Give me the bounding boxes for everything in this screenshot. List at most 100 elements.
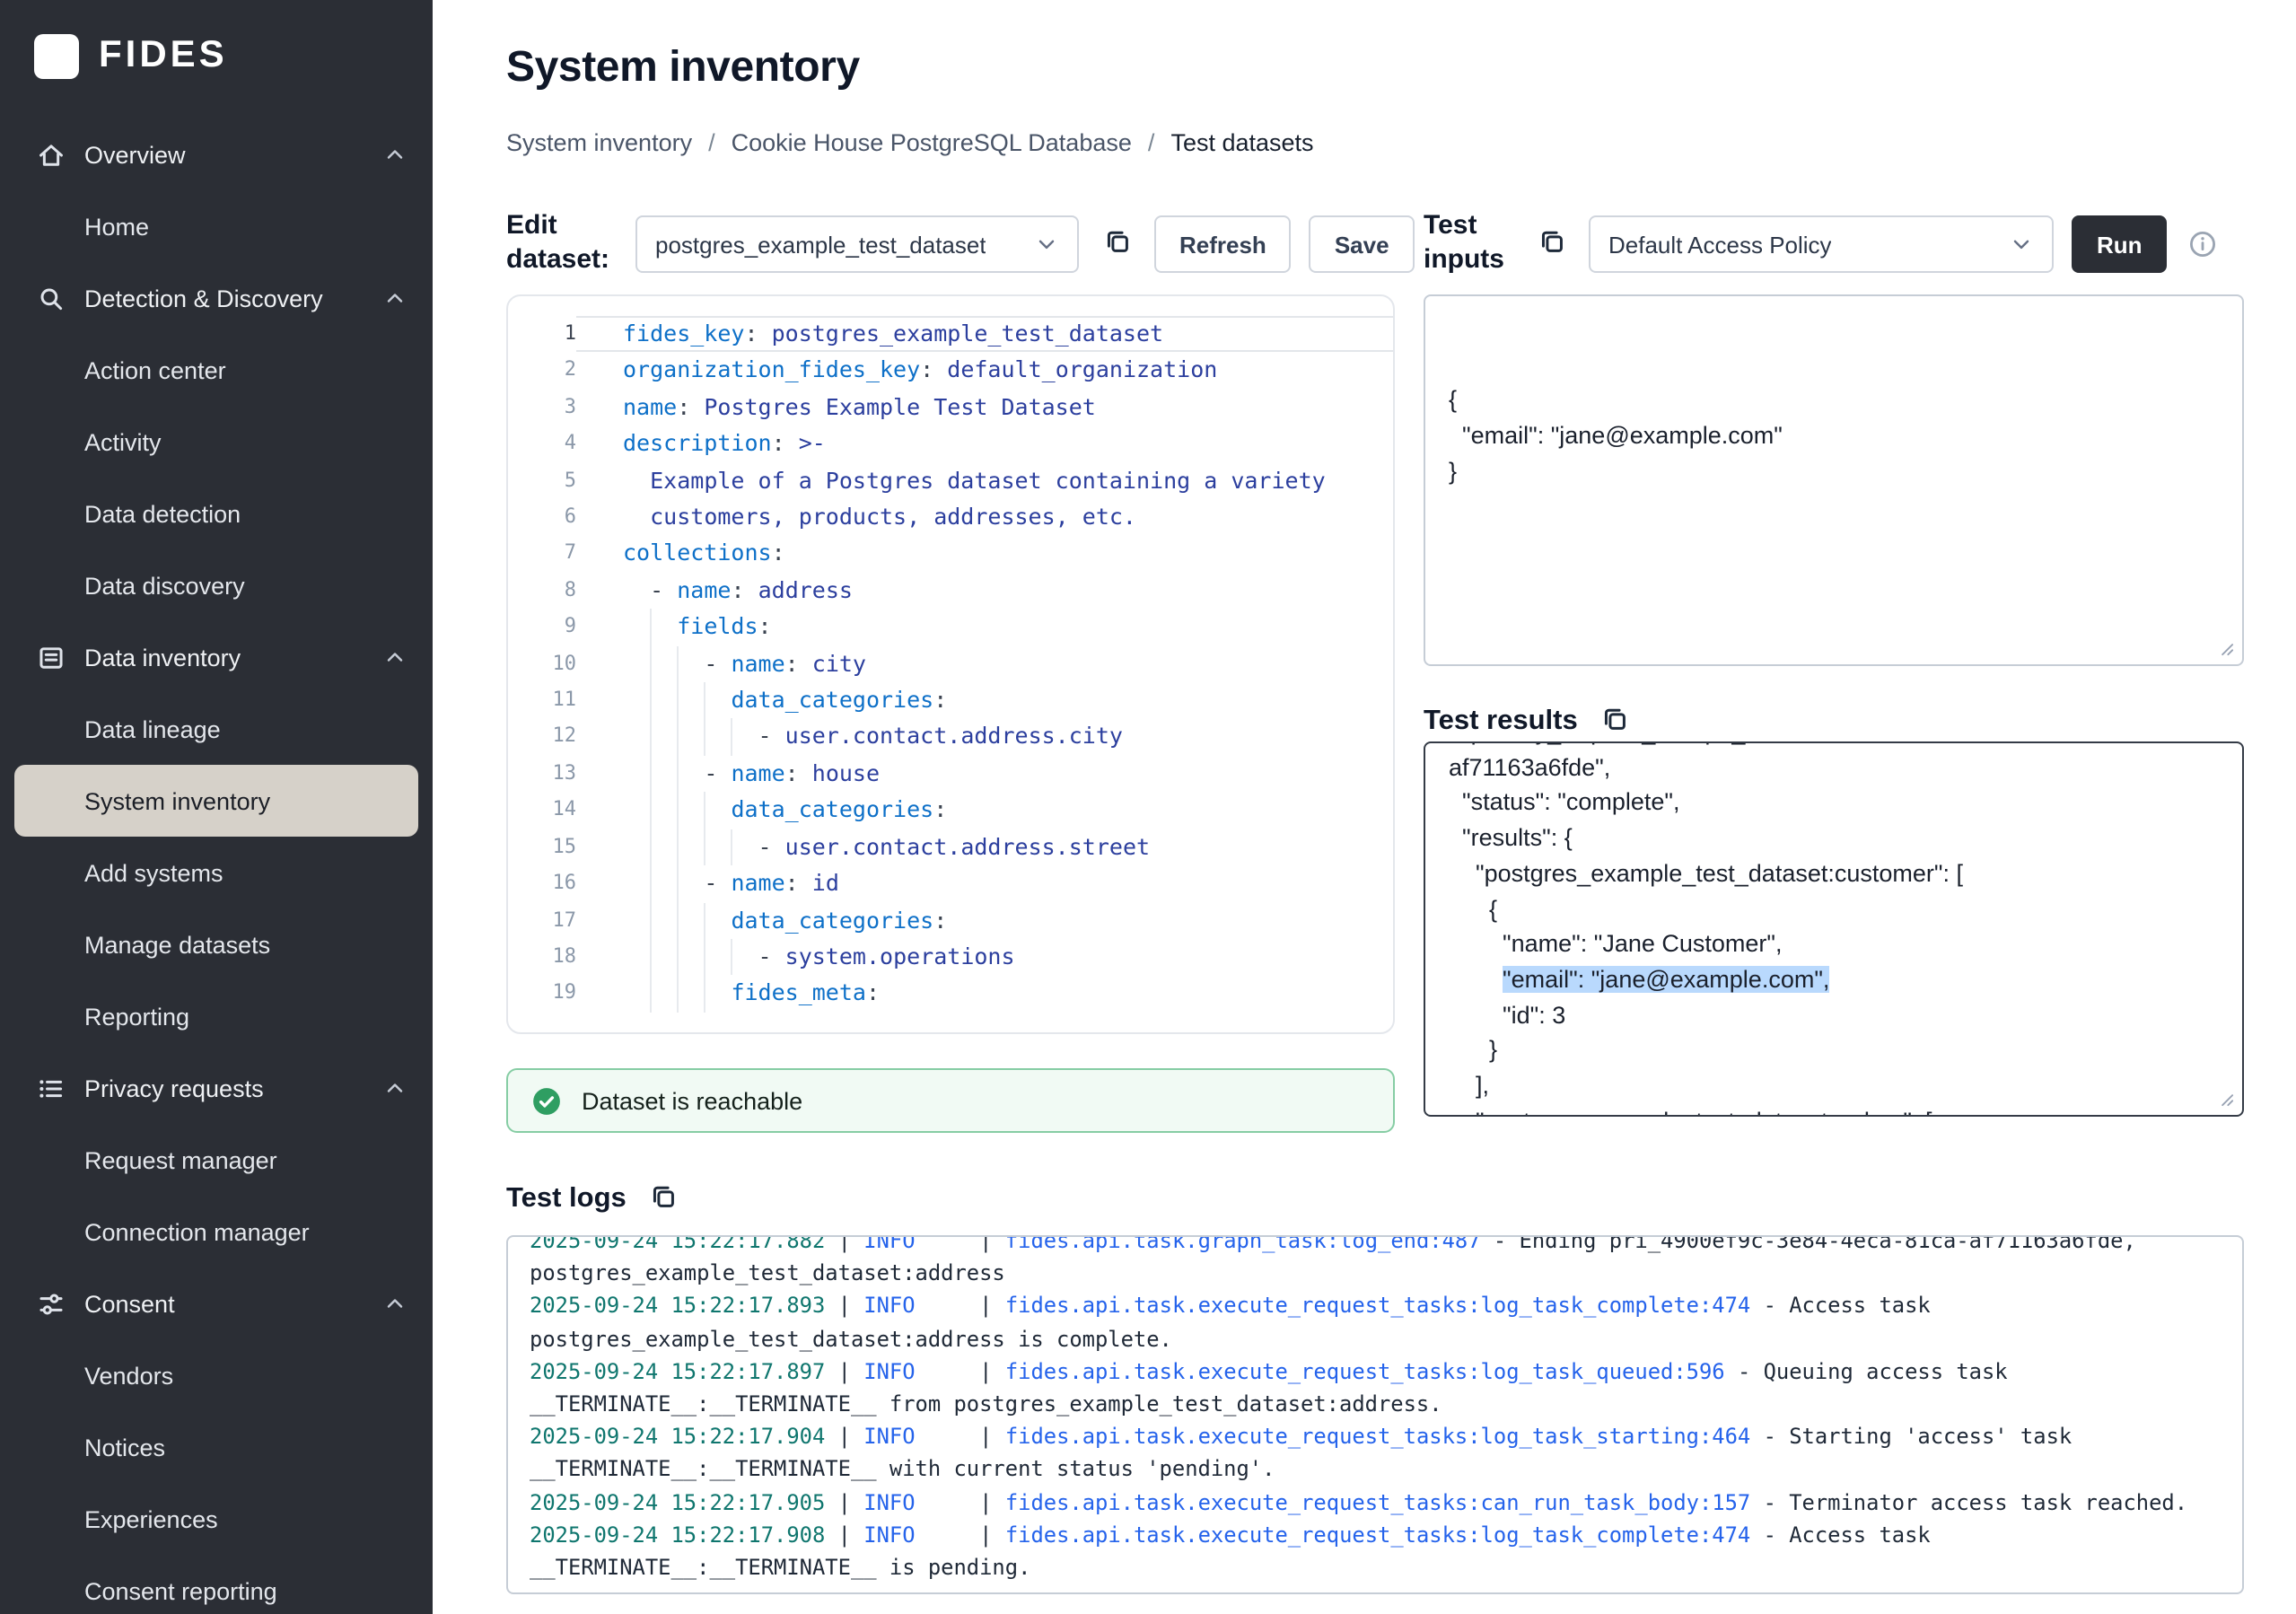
sidebar-item-connection-manager[interactable]: Connection manager: [0, 1196, 433, 1268]
sidebar-section-privacy-requests[interactable]: Privacy requests: [0, 1052, 433, 1124]
page-title: System inventory: [506, 43, 2244, 93]
line-number: 17: [508, 902, 576, 939]
sidebar-section-label: Data inventory: [84, 644, 382, 671]
editor-line: 19 fides_meta:: [508, 976, 1393, 1013]
editor-line: 1fides_key: postgres_example_test_datase…: [508, 316, 1393, 353]
editor-line: 16 - name: id: [508, 865, 1393, 902]
fides-logo[interactable]: FIDES: [0, 25, 433, 86]
edit-dataset-label: Edit dataset:: [506, 211, 618, 278]
sidebar-item-vendors[interactable]: Vendors: [0, 1339, 433, 1411]
indent-guide: [677, 865, 679, 902]
line-number: 5: [508, 462, 576, 499]
sidebar-item-data-lineage[interactable]: Data lineage: [0, 693, 433, 765]
main-content: System inventory System inventory / Cookie…: [433, 0, 2296, 1614]
code-text: - name: house: [576, 756, 1393, 793]
indent-guide: [677, 793, 679, 829]
code-text: - system.operations: [576, 939, 1393, 976]
test-logs-panel[interactable]: 2025-09-24 15:22:17.882 | INFO | fides.a…: [506, 1235, 2244, 1594]
resize-handle-icon[interactable]: [2219, 641, 2239, 661]
editor-line: 12 - user.contact.address.city: [508, 719, 1393, 756]
editor-line: 13 - name: house: [508, 756, 1393, 793]
editor-line: 4description: >-: [508, 425, 1393, 462]
chevron-up-icon[interactable]: [382, 645, 407, 670]
test-results-content: "privacy_request_id": "pri_4900ef9c-3e84…: [1449, 741, 2219, 1117]
refresh-button[interactable]: Refresh: [1154, 215, 1292, 273]
sidebar-section-data-inventory[interactable]: Data inventory: [0, 621, 433, 693]
code-text: - user.contact.address.city: [576, 719, 1393, 756]
sidebar-section-label: Privacy requests: [84, 1075, 382, 1101]
sidebar-item-data-detection[interactable]: Data detection: [0, 478, 433, 549]
line-number: 11: [508, 682, 576, 719]
sidebar-section-overview[interactable]: Overview: [0, 118, 433, 190]
editor-line: 3name: Postgres Example Test Dataset: [508, 390, 1393, 426]
breadcrumb-item-system-inventory[interactable]: System inventory: [506, 127, 692, 158]
copy-test-inputs-button[interactable]: [1531, 224, 1571, 264]
resize-handle-icon[interactable]: [2219, 1092, 2239, 1111]
sidebar-item-manage-datasets[interactable]: Manage datasets: [0, 908, 433, 980]
indent-guide: [704, 793, 705, 829]
sidebar-item-add-systems[interactable]: Add systems: [0, 837, 433, 908]
editor-line: 5 Example of a Postgres dataset containi…: [508, 462, 1393, 499]
magnifier-icon: [36, 283, 66, 313]
chevron-up-icon[interactable]: [382, 1075, 407, 1101]
code-text: name: Postgres Example Test Dataset: [576, 390, 1393, 426]
editor-line: 11 data_categories:: [508, 682, 1393, 719]
sidebar-item-activity[interactable]: Activity: [0, 406, 433, 478]
indent-guide: [704, 902, 705, 939]
code-text: fields:: [576, 610, 1393, 646]
sidebar-item-data-discovery[interactable]: Data discovery: [0, 549, 433, 621]
sidebar-item-consent-reporting[interactable]: Consent reporting: [0, 1555, 433, 1614]
info-icon[interactable]: [2189, 230, 2218, 259]
sidebar-item-system-inventory[interactable]: System inventory: [14, 765, 418, 837]
code-text: organization_fides_key: default_organiza…: [576, 353, 1393, 390]
sidebar-item-home[interactable]: Home: [0, 190, 433, 262]
sidebar-section-label: Detection & Discovery: [84, 285, 382, 311]
save-button[interactable]: Save: [1310, 215, 1415, 273]
editor-line: 9 fields:: [508, 610, 1393, 646]
chevron-up-icon[interactable]: [382, 285, 407, 311]
sidebar-item-experiences[interactable]: Experiences: [0, 1483, 433, 1555]
result-line: "status": "complete",: [1449, 785, 2219, 820]
sidebar-item-reporting[interactable]: Reporting: [0, 980, 433, 1052]
dataset-select-value: postgres_example_test_dataset: [655, 231, 986, 258]
sidebar-item-request-manager[interactable]: Request manager: [0, 1124, 433, 1196]
run-button[interactable]: Run: [2072, 215, 2168, 273]
breadcrumb-separator: /: [1148, 127, 1155, 158]
code-text: collections:: [576, 536, 1393, 573]
sidebar-section-label: Consent: [84, 1290, 382, 1317]
code-text: - name: id: [576, 865, 1393, 902]
sidebar-section-consent[interactable]: Consent: [0, 1268, 433, 1339]
chevron-up-icon[interactable]: [382, 1291, 407, 1316]
sidebar-item-notices[interactable]: Notices: [0, 1411, 433, 1483]
log-entry: 2025-09-24 15:22:17.882 | INFO | fides.a…: [530, 1235, 2221, 1290]
chevron-up-icon[interactable]: [382, 142, 407, 167]
chevron-down-icon: [1034, 232, 1059, 257]
test-inputs-textarea[interactable]: { "email": "jane@example.com" }: [1424, 294, 2244, 666]
result-line: "results": {: [1449, 820, 2219, 855]
indent-guide: [677, 939, 679, 976]
copy-test-results-button[interactable]: [1596, 702, 1635, 741]
chevron-down-icon: [2009, 232, 2034, 257]
breadcrumb-item-cookie-house-postgresql-database[interactable]: Cookie House PostgreSQL Database: [732, 127, 1132, 158]
copy-dataset-button[interactable]: [1097, 224, 1136, 264]
line-number: 15: [508, 829, 576, 865]
test-logs-heading: Test logs: [506, 1180, 2244, 1219]
code-text: - user.contact.address.street: [576, 829, 1393, 865]
sidebar-item-action-center[interactable]: Action center: [0, 334, 433, 406]
dataset-select[interactable]: postgres_example_test_dataset: [635, 215, 1079, 273]
indent-guide: [704, 976, 705, 1013]
copy-test-logs-button[interactable]: [644, 1180, 684, 1219]
test-results-textarea[interactable]: "privacy_request_id": "pri_4900ef9c-3e84…: [1424, 741, 2244, 1117]
test-inputs-toolbar: Test inputs Default Access Policy Run: [1424, 214, 2244, 275]
policy-select-value: Default Access Policy: [1608, 231, 1832, 258]
result-line: {: [1449, 891, 2219, 926]
line-number: 13: [508, 756, 576, 793]
sidebar-section-detection-discovery[interactable]: Detection & Discovery: [0, 262, 433, 334]
policy-select[interactable]: Default Access Policy: [1589, 215, 2054, 273]
sidebar: FIDES OverviewHome Detection & Discovery A…: [0, 0, 433, 1614]
line-number: 4: [508, 425, 576, 462]
consent-icon: [36, 1288, 66, 1319]
code-text: Example of a Postgres dataset containing…: [576, 462, 1393, 499]
result-line: "privacy_request_id": "pri_4900ef9c-3e84…: [1449, 741, 2219, 750]
yaml-editor[interactable]: 1fides_key: postgres_example_test_datase…: [506, 294, 1395, 1034]
